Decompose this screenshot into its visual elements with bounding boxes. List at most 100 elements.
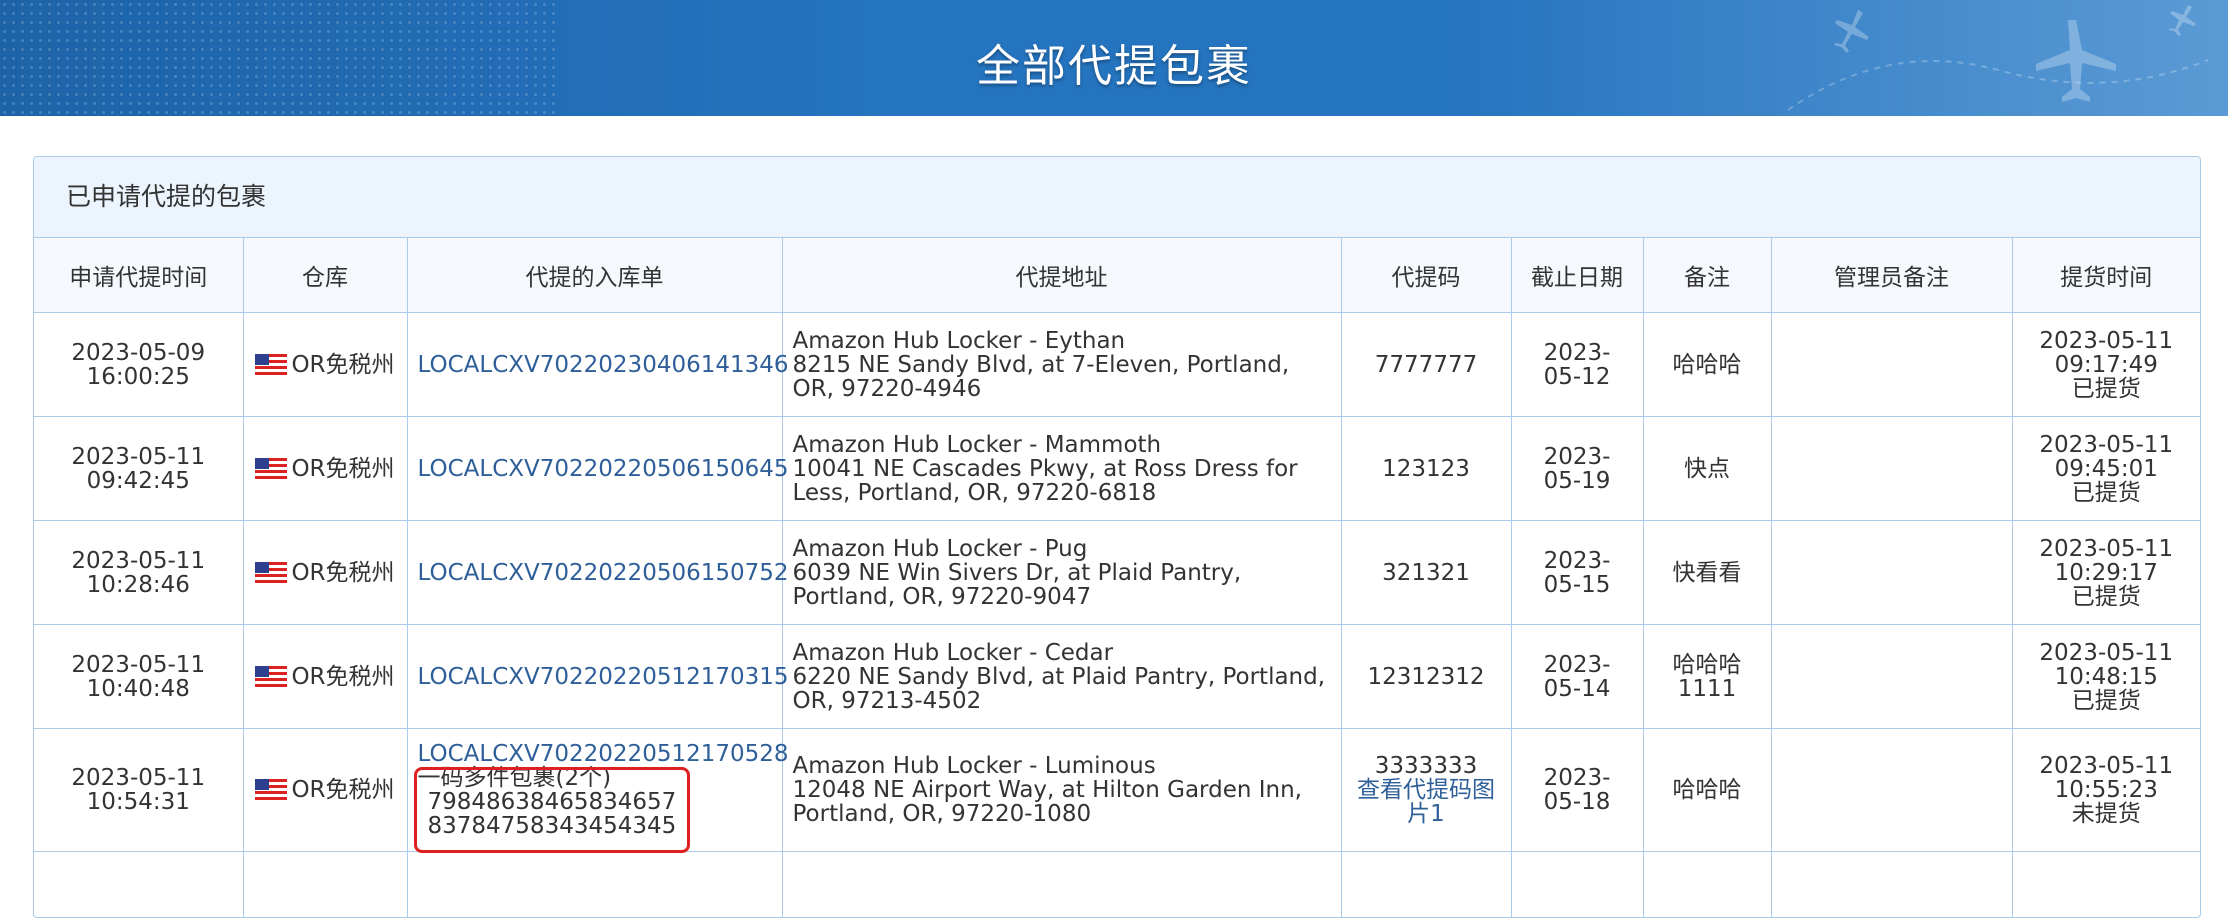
column-header-warehouse: 仓库: [243, 238, 407, 313]
locker-address: 10041 NE Cascades Pkwy, at Ross Dress fo…: [793, 457, 1335, 505]
order-link[interactable]: LOCALCXV70220220512170528: [418, 741, 789, 767]
view-code-image-link[interactable]: 查看代提码图片1: [1357, 777, 1495, 827]
packages-panel: 已申请代提的包裹 申请代提时间 仓库 代提的入库单 代提地址 代提码 截止日期 …: [33, 156, 2201, 918]
pickup-time-cell: 2023-05-1110:48:15已提货: [2012, 625, 2200, 729]
panel-title: 已申请代提的包裹: [34, 157, 2200, 238]
pickup-code-cell: 12312312: [1341, 625, 1511, 729]
order-cell: LOCALCXV70220220506150645: [407, 417, 782, 521]
page-banner: 全部代提包裹: [0, 0, 2228, 116]
pickup-time-cell: 2023-05-1109:17:49已提货: [2012, 313, 2200, 417]
apply-time-cell: 2023-05-0916:00:25: [34, 313, 243, 417]
table-row: 2023-05-1110:40:48 OR免税州 LOCALCXV7022022…: [34, 625, 2200, 729]
table-cell: [34, 852, 243, 918]
column-header-admin-remark: 管理员备注: [1771, 238, 2012, 313]
column-header-pickup-time: 提货时间: [2012, 238, 2200, 313]
apply-date: 2023-05-09: [40, 341, 237, 365]
pickup-code-cell: 7777777: [1341, 313, 1511, 417]
table-cell: [407, 852, 782, 918]
column-header-pickup-code: 代提码: [1341, 238, 1511, 313]
remark-cell: 哈哈哈: [1643, 313, 1771, 417]
pickup-code-cell: 3333333查看代提码图片1: [1341, 729, 1511, 852]
pickup-time: 10:55:23: [2019, 778, 2195, 802]
pickup-status: 已提货: [2019, 585, 2195, 609]
order-link[interactable]: LOCALCXV70220220506150752: [418, 560, 789, 586]
table-cell: [782, 852, 1341, 918]
remark-cell: 快点: [1643, 417, 1771, 521]
remark-cell: 快看看: [1643, 521, 1771, 625]
apply-time-cell: 2023-05-1110:40:48: [34, 625, 243, 729]
order-cell: LOCALCXV70220220506150752: [407, 521, 782, 625]
pickup-time: 09:17:49: [2019, 353, 2195, 377]
admin-remark-cell: [1771, 313, 2012, 417]
pickup-code-cell: 123123: [1341, 417, 1511, 521]
apply-time: 10:40:48: [40, 677, 237, 701]
deadline-cell: 2023-05-12: [1511, 313, 1643, 417]
order-cell: LOCALCXV70220230406141346: [407, 313, 782, 417]
order-link[interactable]: LOCALCXV70220220512170315: [418, 664, 789, 690]
table-header-row: 申请代提时间 仓库 代提的入库单 代提地址 代提码 截止日期 备注 管理员备注 …: [34, 238, 2200, 313]
order-link[interactable]: LOCALCXV70220230406141346: [418, 352, 789, 378]
apply-date: 2023-05-11: [40, 653, 237, 677]
pickup-time-cell: 2023-05-1109:45:01已提货: [2012, 417, 2200, 521]
admin-remark-cell: [1771, 521, 2012, 625]
deadline-date: 2023-05-18: [1542, 766, 1612, 814]
warehouse-name: OR免税州: [291, 456, 394, 482]
apply-time: 10:28:46: [40, 573, 237, 597]
address-cell: Amazon Hub Locker - Eythan8215 NE Sandy …: [782, 313, 1341, 417]
locker-name: Amazon Hub Locker - Pug: [793, 537, 1335, 561]
warehouse-cell: OR免税州: [243, 313, 407, 417]
pickup-time: 10:29:17: [2019, 561, 2195, 585]
column-header-address: 代提地址: [782, 238, 1341, 313]
deadline-cell: 2023-05-15: [1511, 521, 1643, 625]
locker-name: Amazon Hub Locker - Cedar: [793, 641, 1335, 665]
column-header-order: 代提的入库单: [407, 238, 782, 313]
pickup-status: 未提货: [2019, 802, 2195, 826]
us-flag-icon: [255, 562, 287, 583]
us-flag-icon: [255, 666, 287, 687]
locker-address: 12048 NE Airport Way, at Hilton Garden I…: [793, 778, 1335, 826]
pickup-status: 已提货: [2019, 377, 2195, 401]
table-cell: [243, 852, 407, 918]
admin-remark-cell: [1771, 417, 2012, 521]
us-flag-icon: [255, 458, 287, 479]
pickup-time: 09:45:01: [2019, 457, 2195, 481]
pickup-date: 2023-05-11: [2019, 537, 2195, 561]
pickup-time: 10:48:15: [2019, 665, 2195, 689]
pickup-time-cell: 2023-05-1110:29:17已提货: [2012, 521, 2200, 625]
locker-address: 8215 NE Sandy Blvd, at 7-Eleven, Portlan…: [793, 353, 1335, 401]
remark-cell: 哈哈哈: [1643, 729, 1771, 852]
packages-table: 申请代提时间 仓库 代提的入库单 代提地址 代提码 截止日期 备注 管理员备注 …: [34, 238, 2200, 918]
deadline-cell: 2023-05-18: [1511, 729, 1643, 852]
locker-address: 6220 NE Sandy Blvd, at Plaid Pantry, Por…: [793, 665, 1335, 713]
deadline-date: 2023-05-12: [1542, 341, 1612, 389]
order-link[interactable]: LOCALCXV70220220506150645: [418, 456, 789, 482]
us-flag-icon: [255, 779, 287, 800]
address-cell: Amazon Hub Locker - Mammoth10041 NE Casc…: [782, 417, 1341, 521]
warehouse-name: OR免税州: [291, 560, 394, 586]
pickup-status: 已提货: [2019, 481, 2195, 505]
apply-time: 16:00:25: [40, 365, 237, 389]
warehouse-name: OR免税州: [291, 777, 394, 803]
locker-name: Amazon Hub Locker - Luminous: [793, 754, 1335, 778]
table-cell: [2012, 852, 2200, 918]
apply-date: 2023-05-11: [40, 549, 237, 573]
column-header-remark: 备注: [1643, 238, 1771, 313]
table-row: 2023-05-1110:28:46 OR免税州 LOCALCXV7022022…: [34, 521, 2200, 625]
pickup-date: 2023-05-11: [2019, 641, 2195, 665]
remark-cell: 哈哈哈 1111: [1643, 625, 1771, 729]
apply-date: 2023-05-11: [40, 766, 237, 790]
apply-time-cell: 2023-05-1109:42:45: [34, 417, 243, 521]
tracking-number: 83784758343454345: [418, 814, 776, 838]
warehouse-cell: OR免税州: [243, 521, 407, 625]
locker-address: 6039 NE Win Sivers Dr, at Plaid Pantry, …: [793, 561, 1335, 609]
pickup-time-cell: 2023-05-1110:55:23未提货: [2012, 729, 2200, 852]
order-cell: LOCALCXV70220220512170315: [407, 625, 782, 729]
warehouse-name: OR免税州: [291, 352, 394, 378]
tracking-number: 79848638465834657: [418, 790, 776, 814]
pickup-date: 2023-05-11: [2019, 433, 2195, 457]
admin-remark-cell: [1771, 625, 2012, 729]
deadline-date: 2023-05-19: [1542, 445, 1612, 493]
table-cell: [1511, 852, 1643, 918]
apply-time-cell: 2023-05-1110:28:46: [34, 521, 243, 625]
deadline-date: 2023-05-14: [1542, 653, 1612, 701]
